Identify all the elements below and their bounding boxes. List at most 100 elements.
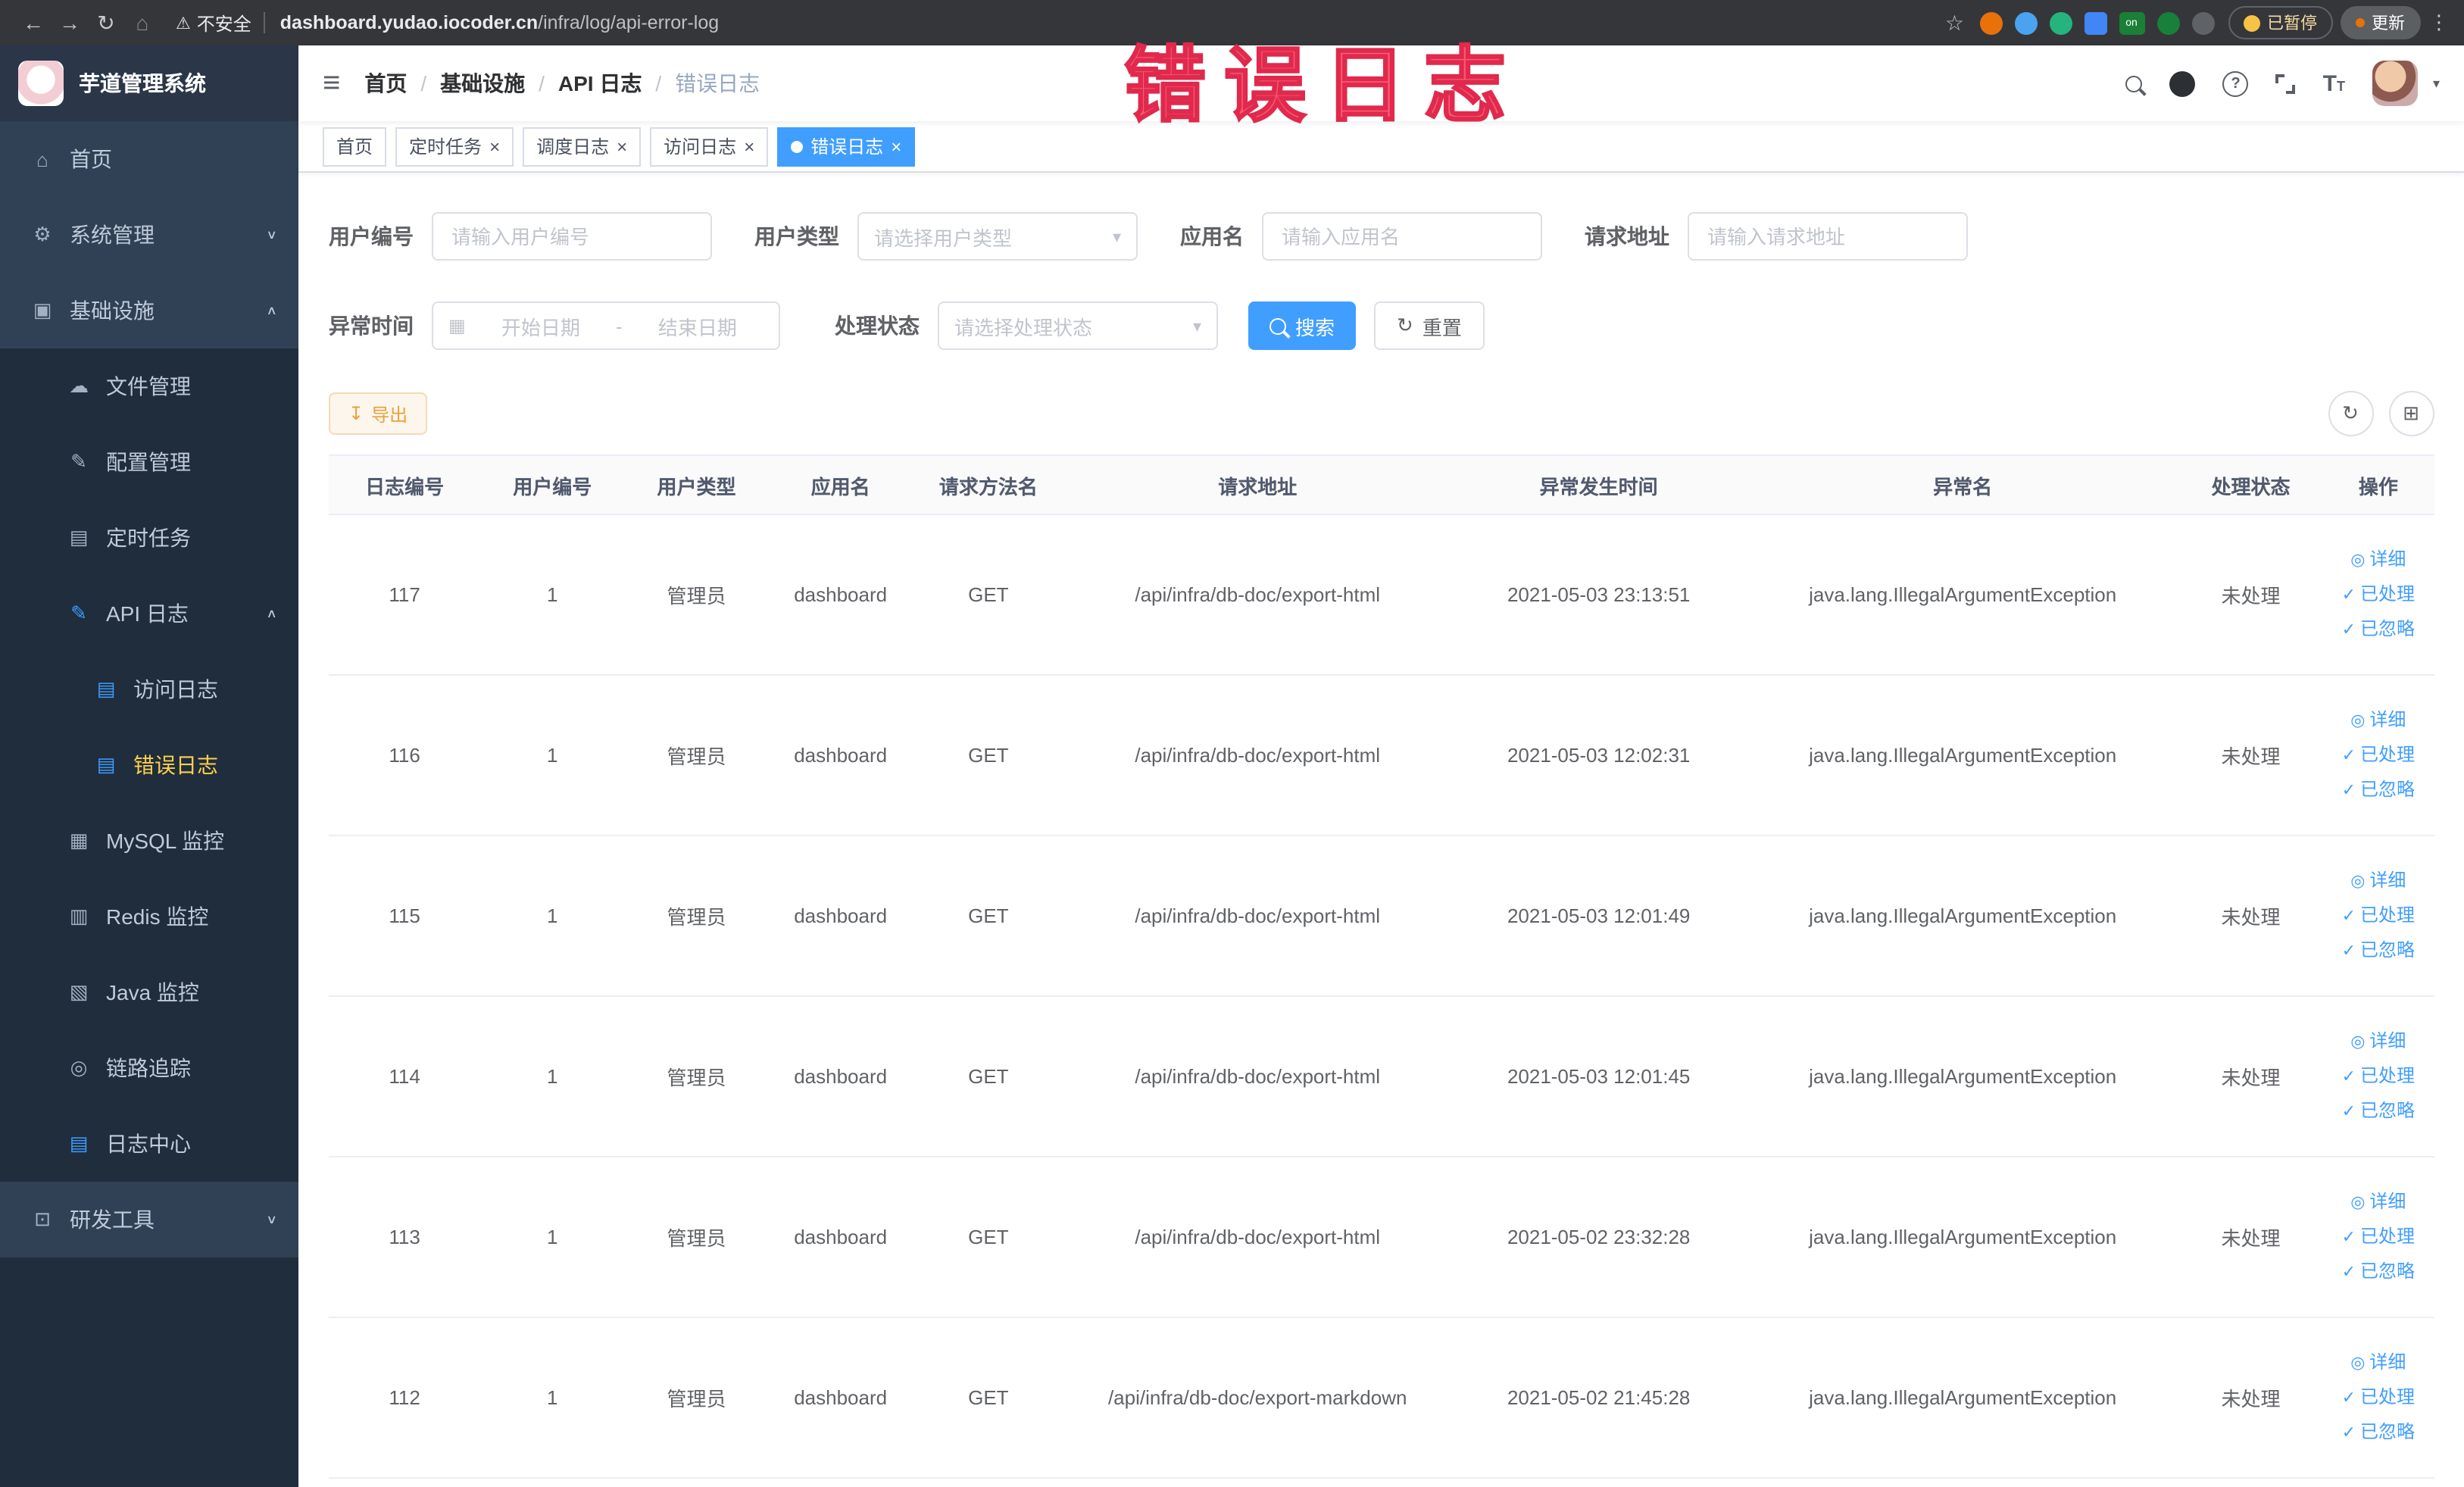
detail-link[interactable]: ◎ 详细 [2329, 864, 2428, 898]
refresh-table-button[interactable] [2328, 391, 2373, 436]
check-icon: ✓ [2341, 747, 2356, 766]
extension-leaf-icon[interactable] [2156, 11, 2179, 34]
tab-access-log[interactable]: 访问日志 × [650, 127, 769, 166]
request-url-input[interactable] [1688, 212, 1968, 261]
table-row: 115 1 管理员 dashboard GET/api/infra/db-doc/exp… [329, 836, 2434, 997]
date-range-picker[interactable]: 开始日期 - 结束日期 [432, 301, 780, 350]
sidebar-item-home[interactable]: ⌂ 首页 [0, 121, 298, 197]
extension-puzzle-icon[interactable] [2191, 11, 2214, 34]
sidebar-item-dev-tools[interactable]: ⊡ 研发工具 ∨ [0, 1182, 298, 1257]
cell-status: 未处理 [2178, 1157, 2323, 1318]
close-icon[interactable]: × [891, 137, 901, 155]
reset-button[interactable]: 重置 [1374, 301, 1485, 350]
processed-link[interactable]: ✓ 已处理 [2329, 1220, 2428, 1254]
check-icon: ✓ [2341, 908, 2356, 926]
font-size-icon[interactable] [2323, 70, 2345, 96]
user-id-input[interactable] [432, 212, 712, 261]
sidebar-item-trace[interactable]: ◎ 链路追踪 [0, 1030, 298, 1106]
search-icon[interactable] [2125, 75, 2143, 92]
cell-time: 2021-05-03 12:01:45 [1451, 996, 1747, 1157]
user-type-select[interactable]: 请选择用户类型 [857, 212, 1138, 261]
sidebar-item-config[interactable]: ✎ 配置管理 [0, 424, 298, 500]
reload-icon[interactable] [88, 10, 124, 36]
detail-link[interactable]: ◎ 详细 [2329, 1024, 2428, 1059]
processed-link[interactable]: ✓ 已处理 [2329, 1059, 2428, 1094]
help-icon[interactable] [2222, 70, 2249, 96]
extension-grid-icon[interactable] [2084, 11, 2106, 34]
home-icon[interactable] [124, 11, 161, 35]
paused-extension-button[interactable]: 已暂停 [2228, 6, 2332, 39]
navbar: 首页 / 基础设施 / API 日志 / 错误日志 [298, 45, 2464, 121]
tab-job[interactable]: 定时任务 × [395, 127, 514, 166]
close-icon[interactable]: × [617, 137, 627, 155]
sidebar-item-label: 系统管理 [70, 223, 155, 247]
ignored-link[interactable]: ✓ 已忽略 [2329, 1254, 2428, 1289]
eye-icon: ◎ [2350, 873, 2366, 892]
processed-link[interactable]: ✓ 已处理 [2329, 898, 2428, 933]
update-button[interactable]: 更新 [2340, 6, 2420, 39]
detail-link[interactable]: ◎ 详细 [2329, 542, 2428, 577]
processed-link[interactable]: ✓ 已处理 [2329, 738, 2428, 773]
breadcrumb-home[interactable]: 首页 [364, 68, 407, 98]
ignored-link[interactable]: ✓ 已忽略 [2329, 933, 2428, 968]
sidebar-item-file[interactable]: ☁ 文件管理 [0, 348, 298, 424]
url-domain: dashboard.yudao.iocoder.cn [280, 12, 539, 33]
task-icon: ▤ [69, 526, 89, 548]
close-icon[interactable]: × [744, 137, 754, 155]
check-icon: ✓ [2341, 1389, 2356, 1408]
ignored-link[interactable]: ✓ 已忽略 [2329, 612, 2428, 647]
chevron-down-icon: ∨ [266, 228, 277, 242]
extension-blue-drop-icon[interactable] [2014, 11, 2037, 34]
extension-on-badge-icon[interactable]: on [2119, 11, 2144, 34]
config-icon: ✎ [70, 450, 87, 473]
export-button[interactable]: 导出 [329, 392, 428, 435]
sidebar-item-java[interactable]: ▧ Java 监控 [0, 954, 298, 1030]
tab-job-log[interactable]: 调度日志 × [523, 127, 642, 166]
sidebar-item-api-log[interactable]: ✎ API 日志 ∧ [0, 576, 298, 651]
tab-error-log[interactable]: 错误日志 × [777, 127, 916, 166]
app-name-input[interactable] [1262, 212, 1542, 261]
ignored-link[interactable]: ✓ 已忽略 [2329, 1094, 2428, 1129]
extension-green-icon[interactable] [2049, 11, 2072, 34]
check-icon: ✓ [2341, 942, 2356, 961]
sidebar-item-infra[interactable]: ▣ 基础设施 ∧ [0, 273, 298, 348]
breadcrumb-api-log[interactable]: API 日志 [558, 68, 642, 98]
extension-orange-icon[interactable] [1979, 11, 2002, 34]
breadcrumb-infra[interactable]: 基础设施 [440, 68, 525, 98]
security-label[interactable]: 不安全 [197, 10, 251, 36]
close-icon[interactable]: × [489, 137, 500, 155]
sidebar-item-log-center[interactable]: ▤ 日志中心 [0, 1106, 298, 1182]
avatar[interactable] [2372, 61, 2418, 106]
processed-link[interactable]: ✓ 已处理 [2329, 1380, 2428, 1415]
cell-method: GET [912, 836, 1064, 997]
fullscreen-icon[interactable] [2275, 73, 2296, 93]
sidebar-item-system[interactable]: ⚙ 系统管理 ∨ [0, 197, 298, 273]
detail-link[interactable]: ◎ 详细 [2329, 1345, 2428, 1380]
forward-icon[interactable] [52, 11, 88, 35]
search-button[interactable]: 搜索 [1248, 301, 1357, 350]
browser-menu-icon[interactable] [2429, 11, 2449, 35]
sidebar-item-redis[interactable]: ▥ Redis 监控 [0, 879, 298, 954]
github-icon[interactable] [2169, 70, 2196, 96]
processed-link[interactable]: ✓ 已处理 [2329, 577, 2428, 612]
back-icon[interactable] [15, 11, 52, 35]
logo[interactable]: 芋道管理系统 [0, 45, 298, 121]
detail-link[interactable]: ◎ 详细 [2329, 1185, 2428, 1220]
eye-icon: ◎ [2350, 1194, 2366, 1213]
ignored-link[interactable]: ✓ 已忽略 [2329, 1415, 2428, 1450]
address-bar[interactable]: dashboard.yudao.iocoder.cn/infra/log/api… [280, 12, 719, 33]
chevron-down-icon[interactable] [2433, 75, 2440, 92]
detail-link[interactable]: ◎ 详细 [2329, 703, 2428, 738]
bookmark-star-icon[interactable] [1945, 10, 1964, 36]
sidebar-item-mysql[interactable]: ▦ MySQL 监控 [0, 803, 298, 879]
user-id-label: 用户编号 [329, 224, 414, 248]
check-icon: ✓ [2341, 781, 2356, 800]
tab-home[interactable]: 首页 [323, 127, 387, 166]
sidebar-item-access-log[interactable]: ▤ 访问日志 [0, 651, 298, 727]
sidebar-item-error-log[interactable]: ▤ 错误日志 [0, 727, 298, 803]
process-status-select[interactable]: 请选择处理状态 [938, 301, 1218, 350]
sidebar-item-job[interactable]: ▤ 定时任务 [0, 500, 298, 576]
column-settings-button[interactable] [2388, 391, 2434, 436]
ignored-link[interactable]: ✓ 已忽略 [2329, 773, 2428, 808]
hamburger-icon[interactable] [323, 66, 340, 101]
